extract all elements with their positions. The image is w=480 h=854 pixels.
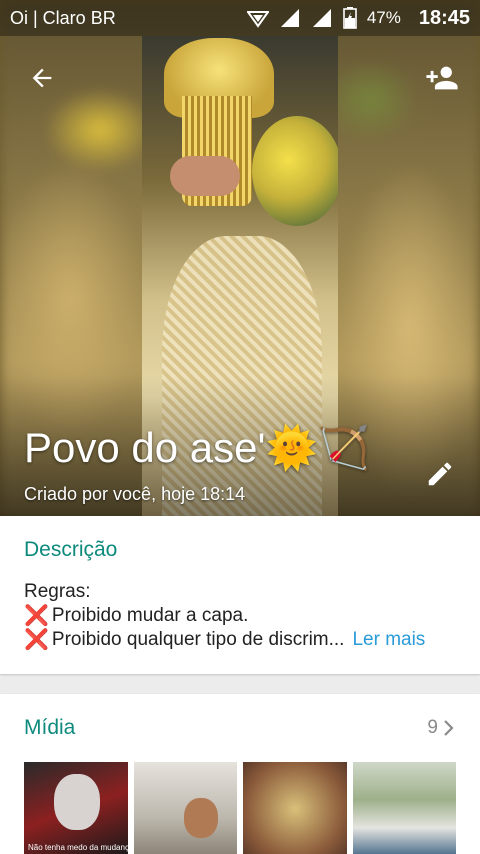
signal-icon xyxy=(280,9,299,27)
description-line: ❌ Proibido qualquer tipo de discrim... L… xyxy=(24,628,456,652)
cross-mark-icon: ❌ xyxy=(24,605,49,627)
description-line: Regras: xyxy=(24,580,456,604)
person-add-icon xyxy=(426,66,458,90)
description-title: Descrição xyxy=(24,538,118,561)
rule-text: Proibido qualquer tipo de discrim... xyxy=(51,629,345,650)
pencil-icon xyxy=(428,462,452,486)
group-created-info: Criado por você, hoje 18:14 xyxy=(24,484,246,504)
media-section: Mídia 9 Não tenha medo da mudança xyxy=(0,694,480,854)
battery-icon xyxy=(343,7,357,29)
back-button[interactable] xyxy=(20,56,64,100)
add-participant-button[interactable] xyxy=(420,56,464,100)
chevron-right-icon xyxy=(444,720,454,736)
cross-mark-icon: ❌ xyxy=(24,629,49,651)
battery-percent: 47% xyxy=(366,8,401,27)
data-saver-icon xyxy=(246,11,269,28)
group-name: Povo do ase'🌞🏹 xyxy=(24,424,371,471)
description-line: ❌ Proibido mudar a capa. xyxy=(24,604,456,628)
media-count: 9 xyxy=(427,717,438,738)
description-section[interactable]: Descrição Regras: ❌ Proibido mudar a cap… xyxy=(0,516,480,674)
clock: 18:45 xyxy=(418,6,470,29)
media-thumbnail[interactable] xyxy=(133,762,237,854)
thumbnail-caption: Não tenha medo da mudança xyxy=(28,843,128,852)
media-title: Mídia xyxy=(24,716,76,739)
media-thumbnail[interactable] xyxy=(352,762,456,854)
media-count-button[interactable]: 9 xyxy=(427,717,456,739)
status-bar: Oi | Claro BR 47% 18:45 xyxy=(0,0,480,36)
edit-group-name-button[interactable] xyxy=(418,452,462,496)
description-text: Regras: ❌ Proibido mudar a capa. ❌ Proib… xyxy=(24,580,456,652)
arrow-left-icon xyxy=(32,68,52,88)
rules-heading: Regras: xyxy=(24,581,91,602)
media-thumbnail[interactable]: Não tenha medo da mudança xyxy=(24,762,128,854)
carrier-name: Oi | Claro BR xyxy=(10,7,116,28)
signal-icon-2 xyxy=(312,9,331,27)
rule-text: Proibido mudar a capa. xyxy=(51,605,249,626)
media-thumbnail[interactable] xyxy=(243,762,347,854)
media-thumbnails: Não tenha medo da mudança xyxy=(24,762,456,854)
read-more-link[interactable]: Ler mais xyxy=(352,628,425,652)
